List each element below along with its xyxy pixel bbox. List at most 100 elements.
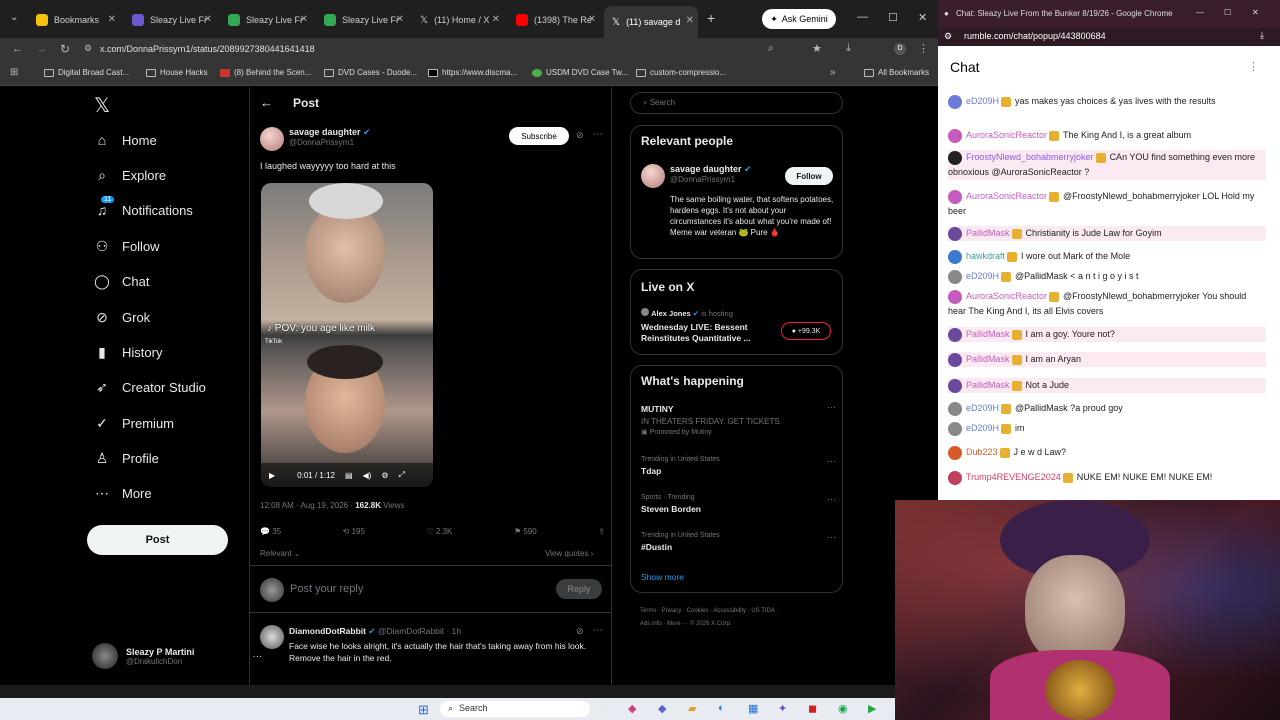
nav-more[interactable]: ⋯ More xyxy=(94,485,152,502)
chat-username[interactable]: AuroraSonicReactor xyxy=(966,291,1047,301)
bookmark-item[interactable]: custom-compressio... xyxy=(636,68,726,77)
person-name-block[interactable]: savage daughter ✔ @DonnaPrissyrn1 xyxy=(670,164,752,184)
ask-gemini-button[interactable]: ✦ Ask Gemini xyxy=(762,9,836,29)
tab-x-home[interactable]: 𝕏 (11) Home / X ✕ xyxy=(412,8,504,32)
reply-button[interactable]: Reply xyxy=(556,579,602,599)
chat-avatar[interactable] xyxy=(948,128,962,143)
forward-icon[interactable]: → xyxy=(36,43,47,55)
file-explorer-icon[interactable]: ▰ xyxy=(688,702,696,715)
chat-avatar[interactable] xyxy=(948,327,962,342)
chat-avatar[interactable] xyxy=(948,289,962,304)
chat-username[interactable]: AuroraSonicReactor xyxy=(966,191,1047,201)
more-icon[interactable]: ⋯ xyxy=(827,494,836,505)
nav-grok[interactable]: ⊘ Grok xyxy=(94,309,150,326)
url-bar[interactable]: x.com/DonnaPrissyrn1/status/208992738044… xyxy=(100,44,315,54)
live-listeners[interactable]: ● +99.3K xyxy=(781,322,831,340)
close-icon[interactable]: ✕ xyxy=(492,14,500,25)
maximize-icon[interactable]: ☐ xyxy=(1224,8,1231,17)
chat-username[interactable]: PallidMask xyxy=(966,380,1010,390)
nav-follow[interactable]: ⚇ Follow xyxy=(94,238,160,255)
close-icon[interactable]: ✕ xyxy=(204,14,212,25)
nav-explore[interactable]: ⌕ Explore xyxy=(94,167,166,184)
site-info-icon[interactable]: ⚙ xyxy=(944,31,952,42)
more-icon[interactable]: ⋯ xyxy=(827,402,836,413)
app-icon[interactable]: ◆ xyxy=(628,702,636,715)
nav-creator-studio[interactable]: ➶ Creator Studio xyxy=(94,379,206,396)
bookmark-star-icon[interactable]: ★ xyxy=(812,42,822,55)
new-tab-icon[interactable]: + xyxy=(707,10,715,26)
volume-icon[interactable]: ◀) xyxy=(363,471,372,480)
chrome-icon[interactable]: ◉ xyxy=(838,702,848,715)
live-host[interactable]: Alex Jones ✔ is hosting xyxy=(641,308,733,318)
chat-avatar[interactable] xyxy=(948,269,962,284)
chat-avatar[interactable] xyxy=(948,378,962,393)
bookmark-item[interactable]: DVD Cases - Duode... xyxy=(324,68,417,77)
trend-item[interactable]: Sports · Trending Steven Borden ⋯ xyxy=(641,494,836,514)
taskbar-search[interactable]: ⌕ Search xyxy=(440,701,590,717)
close-icon[interactable]: ✕ xyxy=(396,14,404,25)
app-icon[interactable]: ◼ xyxy=(808,702,817,715)
minimize-icon[interactable]: — xyxy=(1196,8,1204,17)
settings-icon[interactable]: ⚙ xyxy=(381,471,388,480)
download-icon[interactable]: ⤓ xyxy=(1260,30,1264,41)
close-window-icon[interactable]: ✕ xyxy=(1252,8,1259,17)
back-arrow-icon[interactable]: ← xyxy=(260,95,273,110)
profile-avatar[interactable]: D xyxy=(894,43,906,55)
chat-avatar[interactable] xyxy=(948,470,962,485)
more-icon[interactable]: ⋯ xyxy=(827,456,836,467)
chat-avatar[interactable] xyxy=(948,226,962,241)
play-icon[interactable]: ▶ xyxy=(269,471,275,480)
close-window-icon[interactable]: ✕ xyxy=(918,11,927,24)
chat-avatar[interactable] xyxy=(948,352,962,367)
more-icon[interactable]: ⋮ xyxy=(1248,60,1259,73)
back-icon[interactable]: ← xyxy=(12,43,23,55)
tab-sleazy-2[interactable]: Sleazy Live Fr ✕ xyxy=(220,8,312,32)
nav-premium[interactable]: ✓ Premium xyxy=(94,415,174,432)
more-icon[interactable]: ⋯ xyxy=(827,532,836,543)
view-quotes-link[interactable]: View quotes › xyxy=(545,549,593,558)
close-icon[interactable]: ✕ xyxy=(686,15,694,26)
chat-avatar[interactable] xyxy=(948,401,962,416)
more-icon[interactable]: ⋯ xyxy=(593,129,603,140)
x-logo-icon[interactable]: 𝕏 xyxy=(94,93,110,118)
show-more-link[interactable]: Show more xyxy=(641,572,684,582)
apps-icon[interactable]: ⊞ xyxy=(10,67,18,78)
chat-username[interactable]: PallidMask xyxy=(966,329,1010,339)
download-icon[interactable]: ⤓ xyxy=(846,42,851,55)
tab-savage-active[interactable]: 𝕏 (11) savage d ✕ xyxy=(604,6,698,38)
tab-list-icon[interactable]: ⌄ xyxy=(10,12,18,23)
edge-icon[interactable]: ◐ xyxy=(718,702,725,714)
live-title[interactable]: Wednesday LIVE: Bessent Reinstitutes Qua… xyxy=(641,322,769,344)
bookmark-action[interactable]: ⚑ 590 xyxy=(514,527,537,536)
tab-youtube[interactable]: (1398) The Re ✕ xyxy=(508,8,600,32)
windows-start-icon[interactable]: ⊞ xyxy=(418,702,429,718)
trend-item[interactable]: Trending in United States #Dustin ⋯ xyxy=(641,532,836,552)
nav-notifications[interactable]: ♫ 11 Notifications xyxy=(94,196,193,218)
bookmark-item[interactable]: (8) Behind the Scen... xyxy=(220,68,311,77)
nav-history[interactable]: ▮ History xyxy=(94,344,162,361)
post-button[interactable]: Post xyxy=(87,525,228,555)
trend-item[interactable]: MUTINY IN THEATERS FRIDAY. GET TICKETS. … xyxy=(641,402,836,436)
close-icon[interactable]: ✕ xyxy=(108,14,116,25)
reply-action[interactable]: 💬 35 xyxy=(260,527,281,536)
follow-button[interactable]: Follow xyxy=(785,167,833,185)
chat-username[interactable]: AuroraSonicReactor xyxy=(966,130,1047,140)
chat-username[interactable]: PallidMask xyxy=(966,354,1010,364)
tab-sleazy-1[interactable]: Sleazy Live Fr ✕ xyxy=(124,8,216,32)
chat-avatar[interactable] xyxy=(948,421,962,436)
reload-icon[interactable]: ↻ xyxy=(60,42,70,56)
task-view-icon[interactable]: ▣ xyxy=(598,702,608,715)
tab-sleazy-3[interactable]: Sleazy Live Fr ✕ xyxy=(316,8,408,32)
share-icon[interactable]: ⇪ xyxy=(598,527,605,536)
chat-avatar[interactable] xyxy=(948,445,962,460)
store-icon[interactable]: ▦ xyxy=(748,702,758,715)
video-player[interactable]: ♪ POV: you age like milk TikTok ▶ 0:01 /… xyxy=(261,183,433,487)
footer-links[interactable]: Terms · Privacy · Cookies · Accessibilit… xyxy=(640,605,780,631)
fullscreen-icon[interactable]: ⤢ xyxy=(399,470,405,480)
author-avatar[interactable] xyxy=(260,127,284,151)
reply-author-avatar[interactable] xyxy=(260,625,284,649)
menu-icon[interactable]: ⋮ xyxy=(918,42,929,55)
chat-username[interactable]: Trump4REVENGE2024 xyxy=(966,472,1061,482)
site-info-icon[interactable]: ⚙ xyxy=(84,43,92,54)
chat-username[interactable]: hawkdraft xyxy=(966,251,1005,261)
